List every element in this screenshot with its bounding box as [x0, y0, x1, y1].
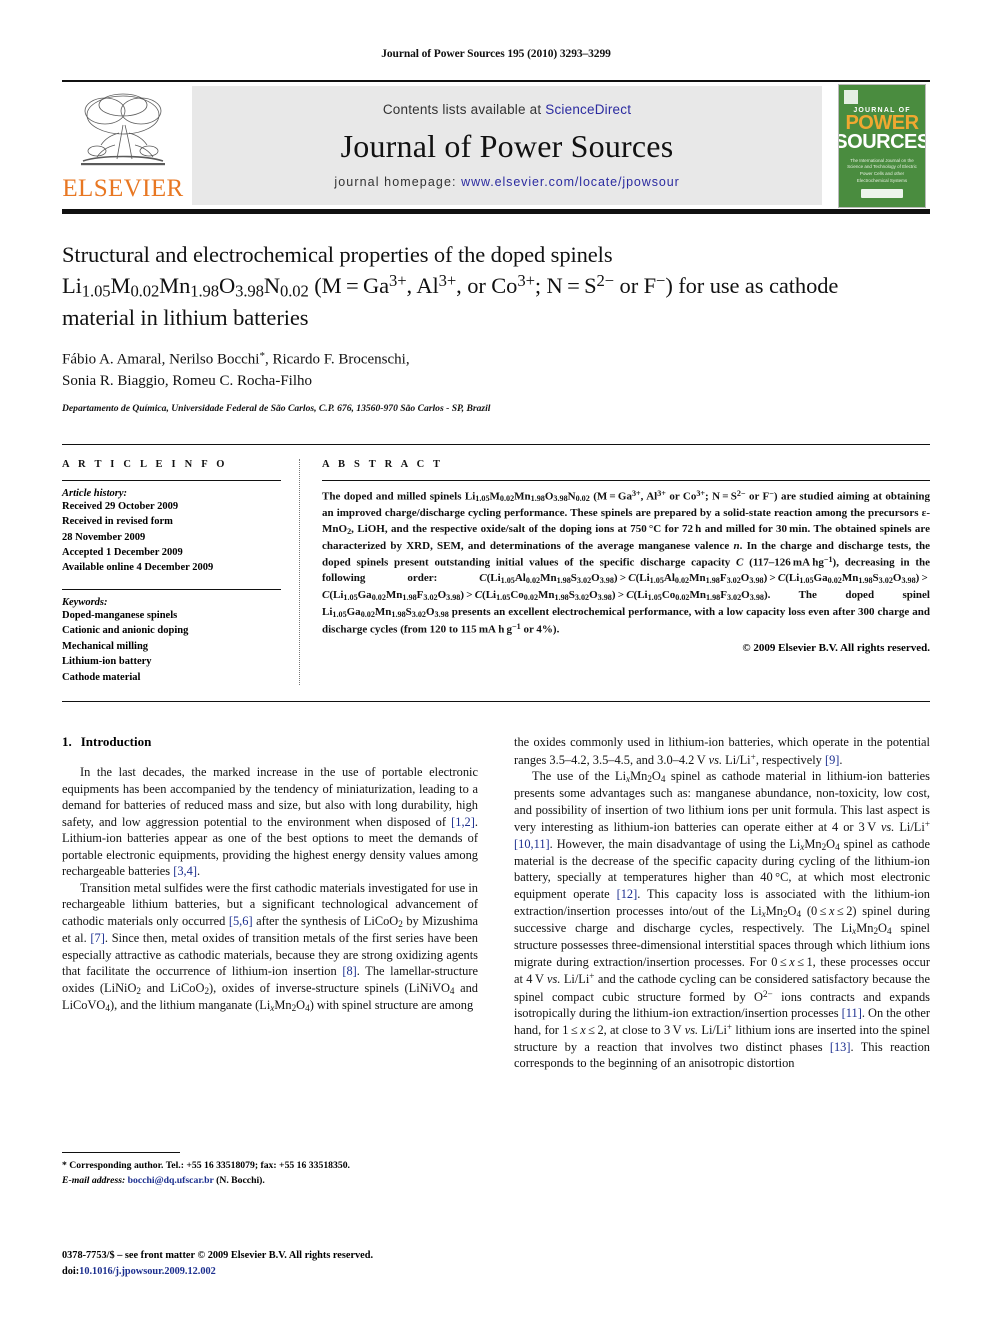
citation-ref[interactable]: [13]: [830, 1040, 851, 1054]
journal-masthead: ELSEVIER Contents lists available at Sci…: [62, 80, 930, 214]
article-title: Structural and electrochemical propertie…: [62, 240, 930, 333]
doi-label: doi:: [62, 1265, 80, 1277]
paragraph: The use of the LixMn2O4 spinel as cathod…: [514, 768, 930, 1071]
keyword-item: Lithium-ion battery: [62, 656, 152, 668]
citation-ref[interactable]: [9]: [825, 752, 839, 766]
keywords-list: Doped-manganese spinels Cationic and ani…: [62, 608, 281, 685]
front-matter-line: 0378-7753/$ – see front matter © 2009 El…: [62, 1250, 374, 1261]
cover-word-sources: SOURCES: [838, 130, 926, 153]
divider: [322, 479, 930, 481]
body-two-columns: 1. Introduction In the last decades, the …: [62, 734, 930, 1072]
keyword-item: Mechanical milling: [62, 640, 149, 652]
keyword-item: Cathode material: [62, 671, 141, 683]
cover-artwork: JOURNAL OF POWER SOURCES The Internation…: [838, 83, 926, 208]
homepage-prefix: journal homepage:: [334, 175, 462, 189]
citation-ref[interactable]: [8]: [342, 964, 356, 978]
cover-elsevier-icon: [844, 89, 858, 104]
corresponding-author-marker: *: [259, 349, 265, 362]
body-left-column: 1. Introduction In the last decades, the …: [62, 734, 478, 1072]
issn-copyright-block: 0378-7753/$ – see front matter © 2009 El…: [62, 1248, 532, 1280]
email-owner: (N. Bocchi).: [216, 1174, 265, 1186]
history-item: Accepted 1 December 2009: [62, 547, 183, 558]
elsevier-tree-icon: [81, 93, 165, 166]
article-history-list: Received 29 October 2009 Received in rev…: [62, 499, 281, 576]
author-line-1: Fábio A. Amaral, Nerilso Bocchi*, Ricard…: [62, 349, 410, 368]
running-head: Journal of Power Sources 195 (2010) 3293…: [381, 48, 611, 60]
keyword-item: Cationic and anionic doping: [62, 625, 189, 637]
citation-ref[interactable]: [10,11]: [514, 837, 550, 851]
author-list: Fábio A. Amaral, Nerilso Bocchi*, Ricard…: [62, 349, 930, 393]
elsevier-logo: ELSEVIER: [62, 86, 184, 205]
footnote-text: * Corresponding author. Tel.: +55 16 335…: [62, 1159, 478, 1188]
masthead-banner: Contents lists available at ScienceDirec…: [192, 86, 822, 205]
info-abstract-band: A R T I C L E I N F O Article history: R…: [62, 443, 930, 702]
abstract-column: A B S T R A C T The doped and milled spi…: [300, 459, 930, 685]
paragraph: In the last decades, the marked increase…: [62, 764, 478, 879]
title-line-3: material in lithium batteries: [62, 304, 309, 330]
email-link[interactable]: bocchi@dq.ufscar.br: [128, 1175, 214, 1186]
sciencedirect-link[interactable]: ScienceDirect: [545, 102, 631, 117]
citation-ref[interactable]: [5,6]: [229, 914, 253, 928]
contents-prefix: Contents lists available at: [382, 102, 546, 117]
contents-available-line: Contents lists available at ScienceDirec…: [383, 102, 631, 117]
body-right-column: the oxides commonly used in lithium-ion …: [514, 734, 930, 1072]
citation-ref[interactable]: [7]: [90, 931, 104, 945]
abstract-heading: A B S T R A C T: [322, 458, 444, 470]
paragraph: the oxides commonly used in lithium-ion …: [514, 734, 930, 767]
abstract-text: The doped and milled spinels Li1.05M0.02…: [322, 488, 931, 636]
citation-ref[interactable]: [3,4]: [173, 864, 197, 878]
section-number: 1.: [62, 733, 72, 749]
section-title: Introduction: [80, 733, 152, 749]
abstract-copyright: © 2009 Elsevier B.V. All rights reserved…: [742, 642, 930, 655]
title-line-1: Structural and electrochemical propertie…: [62, 242, 613, 267]
keywords-block: Keywords: Doped-manganese spinels Cation…: [62, 597, 281, 685]
corresponding-author-line: * Corresponding author. Tel.: +55 16 335…: [62, 1160, 350, 1171]
history-item: Available online 4 December 2009: [62, 562, 214, 574]
citation-ref[interactable]: [12]: [617, 887, 638, 901]
keywords-label: Keywords:: [62, 596, 108, 608]
author-line-2: Sonia R. Biaggio, Romeu C. Rocha-Filho: [62, 372, 312, 389]
citation-ref[interactable]: [11]: [842, 1006, 862, 1020]
cover-blurb: The International Journal on the Science…: [847, 157, 917, 183]
history-item: Received 29 October 2009: [62, 500, 179, 512]
cover-word-power: POWER: [845, 111, 919, 134]
journal-homepage-line: journal homepage: www.elsevier.com/locat…: [334, 175, 679, 189]
article-info-heading: A R T I C L E I N F O: [62, 458, 228, 470]
article-history-label: Article history:: [62, 487, 128, 499]
history-item: 28 November 2009: [62, 531, 146, 543]
footnote-rule: [62, 1152, 180, 1153]
section-heading-introduction: 1. Introduction: [62, 734, 478, 750]
doi-link[interactable]: 10.1016/j.jpowsour.2009.12.002: [79, 1266, 216, 1277]
history-item: Received in revised form: [62, 516, 173, 528]
journal-cover-thumbnail: JOURNAL OF POWER SOURCES The Internation…: [834, 83, 930, 208]
divider: [62, 588, 281, 590]
elsevier-wordmark: ELSEVIER: [62, 175, 184, 202]
email-label: E-mail address:: [62, 1174, 126, 1186]
doi-line: doi:10.1016/j.jpowsour.2009.12.002: [62, 1264, 532, 1280]
cover-sciencedirect-note: [861, 187, 903, 200]
corresponding-author-footnote: * Corresponding author. Tel.: +55 16 335…: [62, 1152, 478, 1188]
divider: [62, 479, 281, 481]
homepage-url-link[interactable]: www.elsevier.com/locate/jpowsour: [461, 175, 679, 189]
paragraph: Transition metal sulfides were the first…: [62, 880, 479, 1014]
title-line-2: Li1.05M0.02Mn1.98O3.98N0.02 (M = Ga3+, A…: [62, 270, 839, 301]
citation-ref[interactable]: [1,2]: [451, 815, 475, 829]
paper-page: Journal of Power Sources 195 (2010) 3293…: [0, 0, 992, 1323]
email-line: E-mail address: bocchi@dq.ufscar.br (N. …: [62, 1174, 478, 1189]
journal-title: Journal of Power Sources: [340, 127, 674, 164]
keyword-item: Doped-manganese spinels: [62, 609, 178, 621]
affiliation: Departamento de Química, Universidade Fe…: [62, 402, 491, 414]
article-info-column: A R T I C L E I N F O Article history: R…: [62, 458, 300, 685]
